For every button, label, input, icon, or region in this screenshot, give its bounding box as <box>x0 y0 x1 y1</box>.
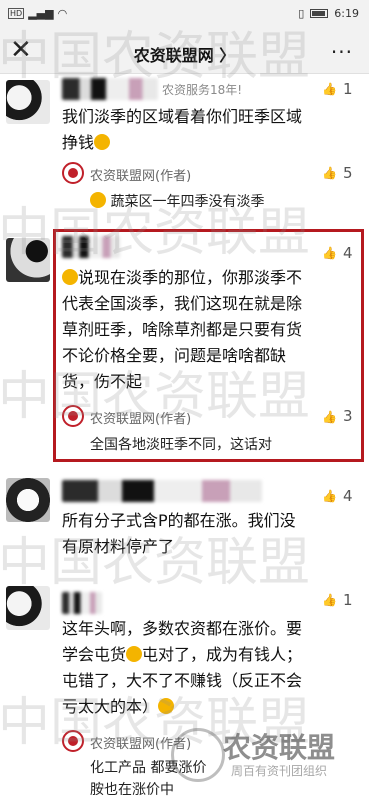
status-bar: HD ▂▄▆ ◠ ▯ 6:19 <box>0 0 369 28</box>
comment-line: 我们淡季的区域看着你们旺季区域 <box>62 107 303 126</box>
laugh-emoji-icon <box>62 269 78 285</box>
author-logo <box>62 162 84 184</box>
thumb-up-icon[interactable]: 👍 <box>322 246 337 260</box>
comment-line: 不论价格全要，问题是啥啥都缺 <box>62 346 287 365</box>
avatar[interactable] <box>6 238 50 282</box>
author-reply: 蔬菜区一年四季没有淡季 <box>90 191 264 211</box>
comment-line: 货，伤不起 <box>62 372 143 391</box>
comment-text: 这年头啊，多数农资都在涨价。要 学会屯货 屯对了，成为有钱人； 屯错了，大不了不赚… <box>62 616 362 720</box>
signal-icon: ▂▄▆ <box>28 7 54 20</box>
username-visible: 农资服务18年! <box>162 83 243 97</box>
network-type: HD <box>8 8 25 19</box>
comment-line: 有原材料停产了 <box>62 537 175 556</box>
author-reply: 化工产品 都要涨价 胺也在涨价中 <box>90 757 206 800</box>
blurred-username <box>62 78 158 100</box>
comment-line: 挣钱 <box>62 130 362 156</box>
comment-line: 说现在淡季的那位，你那淡季不 <box>62 265 358 291</box>
laugh-emoji-icon <box>94 134 111 150</box>
author-reply: 全国各地淡旺季不同，这话对 <box>90 437 272 453</box>
think-emoji-icon <box>158 698 175 714</box>
reply-line: 化工产品 都要涨价 <box>90 760 207 776</box>
blurred-username <box>62 592 102 614</box>
vibrate-icon: ▯ <box>298 7 305 20</box>
like-count: 3 <box>343 407 353 425</box>
clock: 6:19 <box>334 7 359 20</box>
comment-text: 所有分子式含P的都在涨。我们没 有原材料停产了 <box>62 508 362 560</box>
like-count: 1 <box>343 80 353 98</box>
wifi-icon: ◠ <box>57 7 68 20</box>
like-count: 4 <box>343 487 353 505</box>
reply-line: 胺也在涨价中 <box>90 782 174 798</box>
comment-line: 所有分子式含P的都在涨。我们没 <box>62 511 296 530</box>
author-logo <box>62 405 84 427</box>
logo-title: 农资联盟 <box>223 731 336 764</box>
like-count: 4 <box>343 244 353 262</box>
author-name: 农资联盟网(作者) <box>90 412 192 427</box>
grin-emoji-icon <box>126 646 143 662</box>
like-count: 1 <box>343 591 353 609</box>
blurred-username <box>62 480 262 502</box>
thumb-up-icon[interactable]: 👍 <box>322 593 337 607</box>
logo-subtitle: 周百有资刊团组织 <box>231 764 328 778</box>
avatar[interactable] <box>6 478 50 522</box>
comment-line: 草剂旺季，啥除草剂都是只要有货 <box>62 320 303 339</box>
think-emoji-icon <box>90 192 106 208</box>
account-title[interactable]: 农资联盟网 〉 <box>0 42 369 66</box>
comment-text: 我们淡季的区域看着你们旺季区域 挣钱 <box>62 104 362 156</box>
battery-icon <box>310 9 329 18</box>
more-button[interactable]: ··· <box>331 40 353 64</box>
comment-line: 屯错了，大不了不赚钱（反正不会 <box>62 671 303 690</box>
thumb-up-icon[interactable]: 👍 <box>322 82 337 96</box>
author-name: 农资联盟网(作者) <box>90 737 192 752</box>
avatar[interactable] <box>6 586 50 630</box>
thumb-up-icon[interactable]: 👍 <box>322 166 337 180</box>
thumb-up-icon[interactable]: 👍 <box>322 489 337 503</box>
comment-text: 说现在淡季的那位，你那淡季不 代表全国淡季，我们这现在就是除 草剂旺季，啥除草剂… <box>62 265 358 395</box>
author-name: 农资联盟网(作者) <box>90 169 192 184</box>
comment-line: 代表全国淡季，我们这现在就是除 <box>62 294 303 313</box>
nav-bar: ✕ 农资联盟网 〉 ··· <box>0 28 369 74</box>
thumb-up-icon[interactable]: 👍 <box>322 410 337 424</box>
blurred-username <box>62 236 120 258</box>
comment-line: 学会屯货 屯对了，成为有钱人； <box>62 645 303 664</box>
like-count: 5 <box>343 164 353 182</box>
author-logo <box>62 730 84 752</box>
comment-line: 这年头啊，多数农资都在涨价。要 <box>62 619 303 638</box>
avatar[interactable] <box>6 80 50 124</box>
comment-line: 亏太大的本） <box>62 694 362 720</box>
